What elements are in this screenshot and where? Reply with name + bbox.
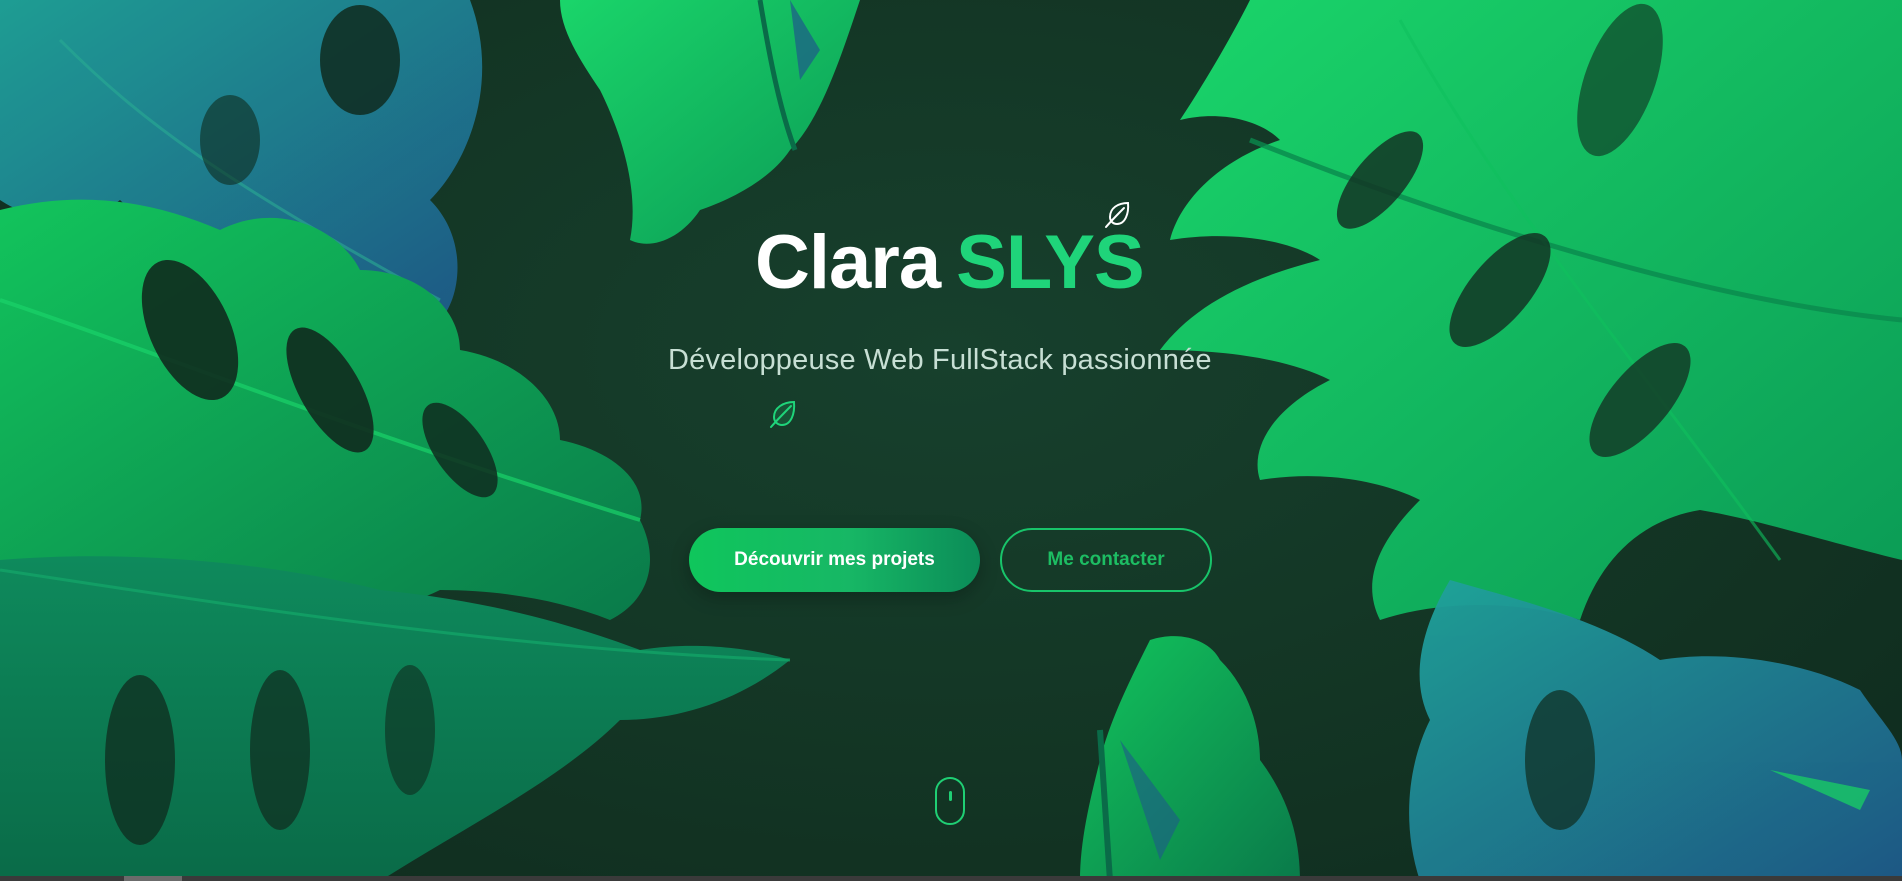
contact-button[interactable]: Me contacter <box>1000 528 1212 592</box>
page-title: Clara SLYS <box>755 218 1145 308</box>
title-last-name: SLYS <box>956 220 1145 305</box>
hero-subtitle: Développeuse Web FullStack passionnée <box>668 344 1212 376</box>
leaf-bottom-right <box>1409 580 1902 881</box>
leaf-bottom-center <box>1080 636 1300 881</box>
horizontal-scrollbar[interactable] <box>0 876 1902 881</box>
discover-projects-button[interactable]: Découvrir mes projets <box>689 528 980 592</box>
leaf-top-center <box>560 0 860 244</box>
hero-section: Clara SLYS Développeuse Web FullStack pas… <box>0 0 1902 881</box>
scroll-wheel-dot <box>949 791 952 801</box>
leaf-right <box>1160 0 1902 620</box>
mouse-scroll-icon[interactable] <box>935 777 965 825</box>
leaf-bottom-left <box>0 556 791 881</box>
tropical-leaves-background <box>0 0 1902 881</box>
leaf-cursor-icon <box>770 400 796 428</box>
leaf-icon <box>1105 201 1130 228</box>
scrollbar-thumb[interactable] <box>124 876 182 881</box>
title-first-name: Clara <box>755 220 941 305</box>
